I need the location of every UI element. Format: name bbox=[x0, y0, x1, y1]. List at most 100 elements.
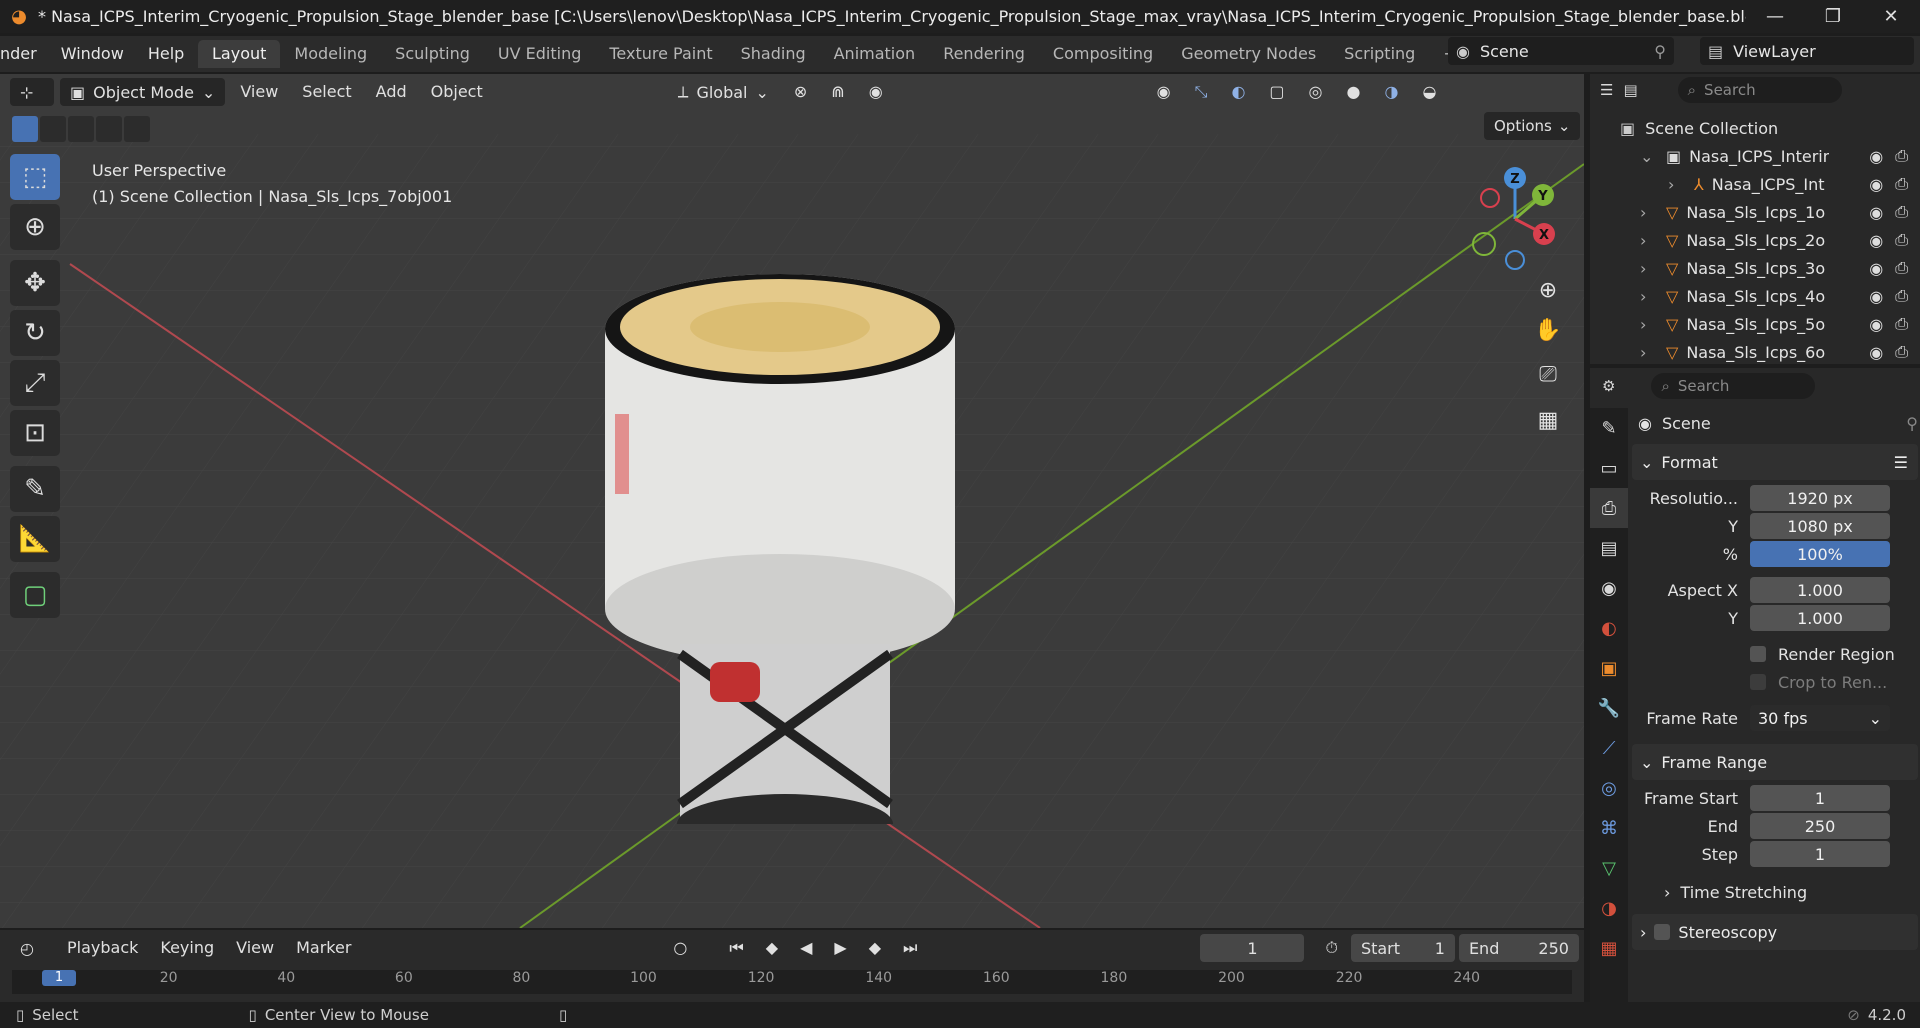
jump-start-icon[interactable]: ⏮ bbox=[720, 934, 752, 962]
xray-icon[interactable]: ▢ bbox=[1260, 78, 1293, 106]
menu-view[interactable]: View bbox=[231, 78, 287, 106]
snap-icon[interactable]: ⋒ bbox=[822, 78, 853, 106]
display-mode-icon[interactable]: ▤ bbox=[1623, 81, 1637, 99]
frame-start-field[interactable]: 1 bbox=[1750, 785, 1890, 811]
select-box-tool[interactable]: ⬚ bbox=[10, 154, 60, 200]
zoom-icon[interactable]: ⊕ bbox=[1528, 270, 1568, 310]
outliner-row[interactable]: › ▽ Nasa_Sls_Icps_5ob ◉ ⎙ bbox=[1590, 310, 1920, 338]
editor-type-button[interactable]: ⊹ bbox=[10, 78, 54, 106]
visibility-icon[interactable]: ◉ bbox=[1148, 78, 1180, 106]
camera-icon[interactable]: ⎙ bbox=[1895, 146, 1908, 166]
modifier-tab-icon[interactable]: 🔧 bbox=[1590, 688, 1628, 728]
output-tab-icon[interactable]: ⎙ bbox=[1590, 488, 1628, 528]
solid-shading-icon[interactable]: ● bbox=[1338, 78, 1370, 106]
prev-keyframe-icon[interactable]: ◆ bbox=[757, 934, 787, 962]
physics-tab-icon[interactable]: ◎ bbox=[1590, 768, 1628, 808]
select-invert-icon[interactable] bbox=[96, 116, 122, 142]
outliner-row[interactable]: › ▽ Nasa_Sls_Icps_6ob ◉ ⎙ bbox=[1590, 338, 1920, 364]
frame-end-field[interactable]: 250 bbox=[1750, 813, 1890, 839]
aspect-y-field[interactable]: 1.000 bbox=[1750, 605, 1890, 631]
menu-timeline-view[interactable]: View bbox=[227, 934, 283, 962]
end-frame-field[interactable]: End 250 bbox=[1458, 934, 1579, 962]
outliner-search-input[interactable]: ⌕ Search bbox=[1677, 77, 1842, 103]
tab-rendering[interactable]: Rendering bbox=[929, 40, 1039, 68]
wireframe-shading-icon[interactable]: ◎ bbox=[1300, 78, 1332, 106]
camera-icon[interactable]: ⎙ bbox=[1895, 258, 1908, 278]
camera-icon[interactable]: ⎙ bbox=[1895, 342, 1908, 362]
frame-step-field[interactable]: 1 bbox=[1750, 841, 1890, 867]
menu-object[interactable]: Object bbox=[422, 78, 492, 106]
properties-editor-type-icon[interactable]: ⚙ bbox=[1602, 377, 1615, 395]
pan-hand-icon[interactable]: ✋ bbox=[1528, 310, 1568, 350]
stopwatch-icon[interactable]: ⏱ bbox=[1316, 934, 1346, 962]
chevron-down-icon[interactable]: ⌄ bbox=[1640, 147, 1658, 166]
outliner-row[interactable]: › ▽ Nasa_Sls_Icps_2ob ◉ ⎙ bbox=[1590, 226, 1920, 254]
rotate-tool[interactable]: ↻ bbox=[10, 310, 60, 356]
presets-icon[interactable]: ☰ bbox=[1894, 453, 1908, 472]
tab-sculpting[interactable]: Sculpting bbox=[381, 40, 484, 68]
cursor-tool[interactable]: ⊕ bbox=[10, 204, 60, 250]
eye-icon[interactable]: ◉ bbox=[1869, 147, 1883, 166]
chevron-right-icon[interactable]: › bbox=[1640, 203, 1658, 222]
data-tab-icon[interactable]: ▽ bbox=[1590, 848, 1628, 888]
mode-dropdown[interactable]: ▣ Object Mode ⌄ bbox=[60, 78, 226, 106]
tab-modeling[interactable]: Modeling bbox=[280, 40, 381, 68]
crop-to-render-checkbox[interactable]: Crop to Ren... bbox=[1638, 668, 1918, 696]
annotate-tool[interactable]: ✎ bbox=[10, 466, 60, 512]
time-stretching-subpanel[interactable]: › Time Stretching bbox=[1638, 878, 1918, 906]
object-tab-icon[interactable]: ▣ bbox=[1590, 648, 1628, 688]
auto-key-icon[interactable]: ○ bbox=[664, 934, 696, 962]
menu-help[interactable]: Help bbox=[136, 36, 196, 72]
measure-tool[interactable]: 📐 bbox=[10, 516, 60, 562]
outliner-editor-type-icon[interactable]: ☰ bbox=[1600, 81, 1613, 99]
play-icon[interactable]: ▶ bbox=[825, 934, 855, 962]
chevron-right-icon[interactable]: › bbox=[1640, 343, 1658, 362]
checkbox-icon[interactable] bbox=[1654, 924, 1671, 940]
transform-tool[interactable]: ⊡ bbox=[10, 410, 60, 456]
eye-icon[interactable]: ◉ bbox=[1869, 175, 1883, 194]
outliner-row[interactable]: › ▽ Nasa_Sls_Icps_1ob ◉ ⎙ bbox=[1590, 198, 1920, 226]
chevron-right-icon[interactable]: › bbox=[1668, 175, 1686, 194]
minimize-button[interactable]: — bbox=[1746, 0, 1804, 33]
frame-rate-dropdown[interactable]: 30 fps ⌄ bbox=[1750, 705, 1890, 731]
start-frame-field[interactable]: Start 1 bbox=[1350, 934, 1455, 962]
material-tab-icon[interactable]: ◑ bbox=[1590, 888, 1628, 928]
next-keyframe-icon[interactable]: ◆ bbox=[860, 934, 890, 962]
particles-tab-icon[interactable]: ⟋ bbox=[1590, 728, 1628, 768]
playhead[interactable]: 1 bbox=[42, 970, 76, 986]
menu-keying[interactable]: Keying bbox=[151, 934, 223, 962]
eye-icon[interactable]: ◉ bbox=[1869, 203, 1883, 222]
tab-shading[interactable]: Shading bbox=[727, 40, 820, 68]
chevron-right-icon[interactable]: › bbox=[1640, 287, 1658, 306]
tab-scripting[interactable]: Scripting bbox=[1330, 40, 1429, 68]
camera-icon[interactable]: ⎙ bbox=[1895, 314, 1908, 334]
viewlayer-selector[interactable]: ▤ ViewLayer bbox=[1700, 37, 1914, 65]
pin-icon[interactable]: ⚲ bbox=[1906, 414, 1918, 433]
outliner-row[interactable]: › ⅄ Nasa_ICPS_Int ◉ ⎙ bbox=[1590, 170, 1920, 198]
resolution-x-field[interactable]: 1920 px bbox=[1750, 485, 1890, 511]
select-new-icon[interactable] bbox=[12, 116, 38, 142]
eye-icon[interactable]: ◉ bbox=[1869, 231, 1883, 250]
camera-view-icon[interactable]: ⎚ bbox=[1528, 354, 1568, 394]
outliner-row[interactable]: › ▽ Nasa_Sls_Icps_4ob ◉ ⎙ bbox=[1590, 282, 1920, 310]
properties-search-input[interactable]: ⌕ Search bbox=[1651, 373, 1816, 399]
camera-icon[interactable]: ⎙ bbox=[1895, 230, 1908, 250]
rendered-shading-icon[interactable]: ◒ bbox=[1413, 78, 1445, 106]
menu-marker[interactable]: Marker bbox=[287, 934, 360, 962]
scene-collection-row[interactable]: ▣ Scene Collection bbox=[1590, 114, 1920, 142]
pivot-icon[interactable]: ⊗ bbox=[785, 78, 816, 106]
timeline-ruler[interactable]: 120406080100120140160180200220240 1 bbox=[12, 970, 1572, 994]
move-tool[interactable]: ✥ bbox=[10, 260, 60, 306]
options-dropdown[interactable]: Options ⌄ bbox=[1484, 112, 1581, 140]
menu-add[interactable]: Add bbox=[367, 78, 416, 106]
render-region-checkbox[interactable]: Render Region bbox=[1638, 640, 1918, 668]
tab-uv-editing[interactable]: UV Editing bbox=[484, 40, 595, 68]
orientation-dropdown[interactable]: ⟂ Global ⌄ bbox=[668, 78, 779, 106]
chevron-right-icon[interactable]: › bbox=[1640, 231, 1658, 250]
aspect-x-field[interactable]: 1.000 bbox=[1750, 577, 1890, 603]
timeline-editor-type-button[interactable]: ◴ bbox=[10, 934, 54, 962]
eye-icon[interactable]: ◉ bbox=[1869, 259, 1883, 278]
render-tab-icon[interactable]: ▭ bbox=[1590, 448, 1628, 488]
select-subtract-icon[interactable] bbox=[68, 116, 94, 142]
camera-icon[interactable]: ⎙ bbox=[1895, 202, 1908, 222]
